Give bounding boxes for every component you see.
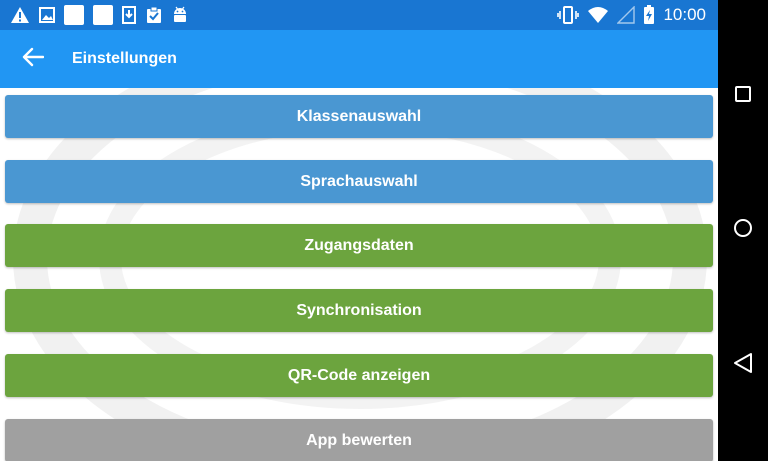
vibrate-icon: [557, 6, 580, 24]
qr-code-label: QR-Code anzeigen: [287, 366, 431, 384]
back-button[interactable]: [5, 30, 61, 88]
sprachauswahl-label: Sprachauswahl: [300, 172, 418, 190]
recents-icon: [735, 85, 751, 107]
page-title: Einstellungen: [72, 50, 177, 67]
blank-square-icon: [93, 5, 113, 25]
signal-icon: [617, 6, 636, 24]
clipboard-check-icon: [145, 6, 163, 24]
image-icon: [39, 7, 55, 23]
klassenauswahl-label: Klassenauswahl: [296, 107, 422, 125]
app-bar: Einstellungen: [0, 30, 718, 88]
synchronisation-button[interactable]: Synchronisation: [5, 289, 713, 332]
background-watermark: [13, 88, 707, 461]
system-back-button[interactable]: [718, 340, 768, 390]
blank-square-icon: [64, 5, 84, 25]
download-icon: [122, 6, 136, 24]
arrow-left-icon: [22, 47, 45, 72]
home-icon: [733, 218, 753, 243]
zugangsdaten-button[interactable]: Zugangsdaten: [5, 224, 713, 267]
settings-content: Klassenauswahl Sprachauswahl Zugangsdate…: [0, 88, 718, 461]
status-bar: 10:00: [0, 0, 718, 30]
back-icon: [733, 352, 753, 379]
battery-charging-icon: [643, 5, 655, 25]
recents-button[interactable]: [718, 71, 768, 121]
sprachauswahl-button[interactable]: Sprachauswahl: [5, 160, 713, 203]
app-bewerten-label: App bewerten: [306, 431, 412, 449]
synchronisation-label: Synchronisation: [296, 301, 422, 319]
navigation-bar: [718, 0, 768, 461]
qr-code-button[interactable]: QR-Code anzeigen: [5, 354, 713, 397]
app-bewerten-button[interactable]: App bewerten: [5, 419, 713, 461]
warning-icon: [10, 6, 30, 24]
status-time: 10:00: [663, 5, 706, 24]
android-icon: [172, 6, 188, 24]
zugangsdaten-label: Zugangsdaten: [304, 236, 414, 254]
home-button[interactable]: [718, 205, 768, 255]
wifi-icon: [587, 6, 609, 24]
klassenauswahl-button[interactable]: Klassenauswahl: [5, 95, 713, 138]
